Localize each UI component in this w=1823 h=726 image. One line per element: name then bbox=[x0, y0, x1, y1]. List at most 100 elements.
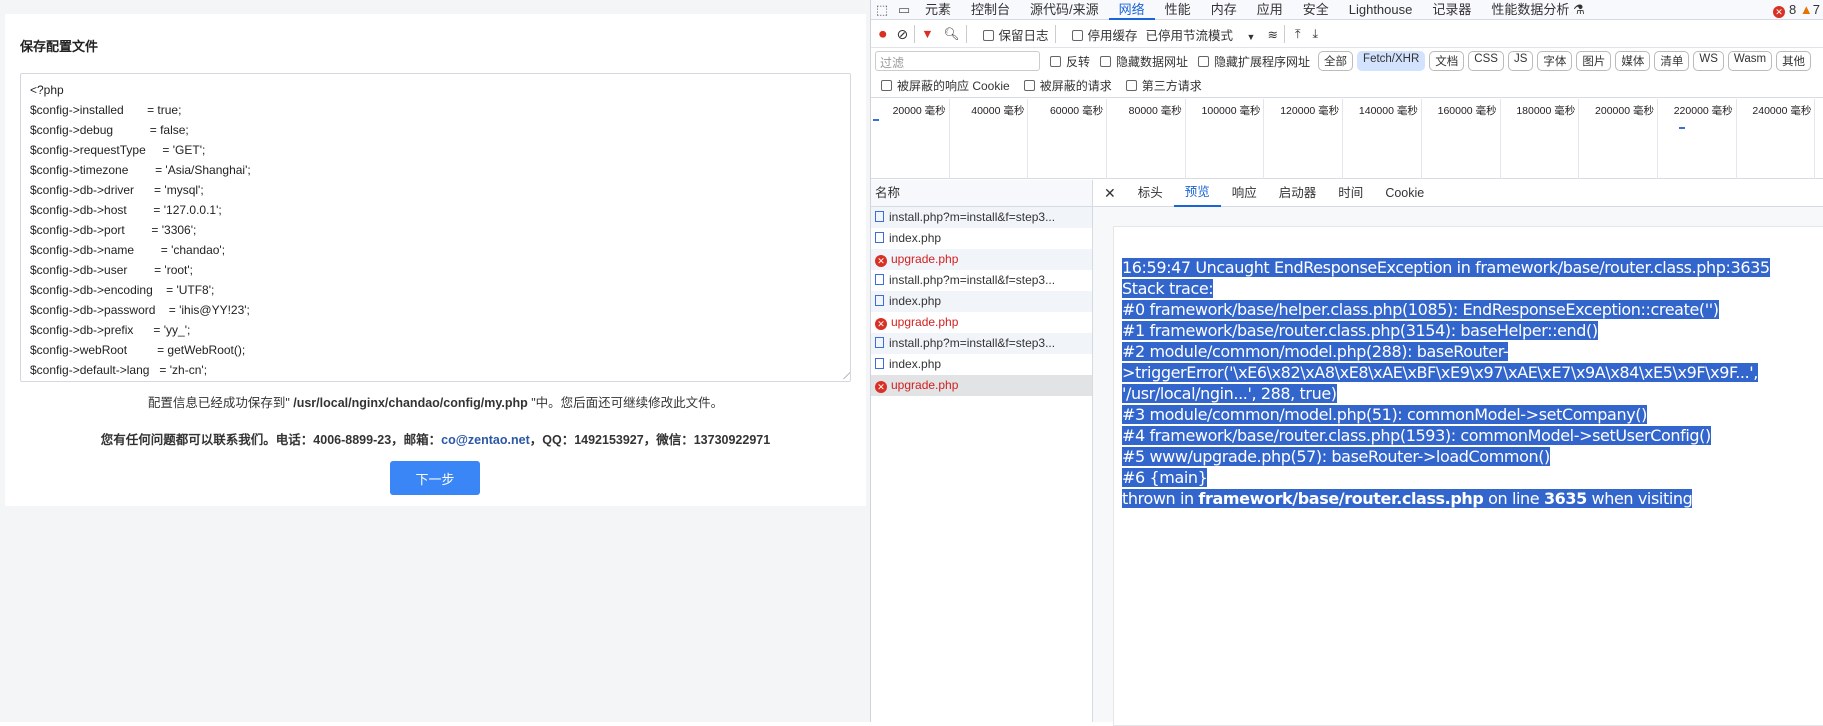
network-toolbar: ⏺ ⊘ ▼ 🔍︎ 保留日志 停用缓存 已停用节流模式 ▼ ≋ ⤒ ⤓ bbox=[871, 21, 1823, 48]
throttle-select[interactable]: 已停用节流模式 ▼ bbox=[1146, 25, 1256, 44]
timeline-tick: 100000 毫秒 bbox=[1186, 99, 1265, 179]
detail-tab-2[interactable]: 响应 bbox=[1221, 180, 1268, 206]
preview-line: >triggerError('\xE6\x82\xA8\xE8\xAE\xBF\… bbox=[1122, 363, 1758, 382]
tab-2[interactable]: 源代码/来源 bbox=[1020, 0, 1109, 20]
next-step-button[interactable]: 下一步 bbox=[390, 461, 480, 495]
issue-counts[interactable]: ✕ 8 ▲7 bbox=[1773, 2, 1820, 18]
config-line: $config->webRoot = getWebRoot(); bbox=[30, 343, 246, 357]
type-chip[interactable]: 媒体 bbox=[1615, 51, 1651, 71]
type-chip[interactable]: Fetch/XHR bbox=[1357, 51, 1426, 71]
detail-tab-4[interactable]: 时间 bbox=[1327, 180, 1374, 206]
detail-tab-0[interactable]: 标头 bbox=[1127, 180, 1174, 206]
request-row[interactable]: install.php?m=install&f=step3... bbox=[871, 207, 1092, 228]
filter-option-checkbox[interactable]: 隐藏数据网址 bbox=[1090, 55, 1188, 69]
name-column-header[interactable]: 名称 bbox=[871, 180, 1092, 207]
config-line: $config->timezone = 'Asia/Shanghai'; bbox=[30, 163, 251, 177]
tab-8[interactable]: Lighthouse bbox=[1339, 0, 1423, 20]
clear-icon[interactable]: ⊘ bbox=[897, 26, 909, 43]
type-chip[interactable]: 字体 bbox=[1537, 51, 1573, 71]
timeline-tick: 60000 毫秒 bbox=[1028, 99, 1108, 179]
type-chip[interactable]: 文档 bbox=[1429, 51, 1465, 71]
filter-option-checkbox[interactable]: 隐藏扩展程序网址 bbox=[1188, 55, 1310, 69]
request-row[interactable]: ✕ upgrade.php bbox=[871, 375, 1092, 396]
network-timeline[interactable]: 20000 毫秒 40000 毫秒 60000 毫秒 80000 毫秒 100000 毫… bbox=[871, 99, 1823, 179]
request-row[interactable]: index.php bbox=[871, 291, 1092, 312]
config-textarea[interactable]: <?php $config->installed = true; $config->… bbox=[20, 73, 851, 382]
filter-row: 过滤 反转 隐藏数据网址 隐藏扩展程序网址 全部 Fetch/XHR 文档 CSS JS 字体图… bbox=[871, 48, 1823, 74]
contact-prefix: 您有任何问题都可以联系我们。电话：4006-8899-23，邮箱： bbox=[100, 433, 442, 447]
preserve-log-checkbox[interactable]: 保留日志 bbox=[973, 25, 1049, 44]
checkbox-label: 被屏蔽的请求 bbox=[1039, 79, 1112, 93]
saved-message: 配置信息已经成功保存到" /usr/local/nginx/chandao/co… bbox=[5, 392, 866, 411]
timeline-tick: 140000 毫秒 bbox=[1343, 99, 1422, 179]
tab-9[interactable]: 记录器 bbox=[1422, 0, 1481, 20]
filter-icon[interactable]: ▼ bbox=[921, 27, 933, 41]
tab-3[interactable]: 网络 bbox=[1108, 0, 1155, 20]
detail-tab-5[interactable]: Cookie bbox=[1374, 180, 1435, 206]
close-icon[interactable]: ✕ bbox=[1093, 180, 1127, 206]
config-line: $config->db->port = '3306'; bbox=[30, 223, 197, 237]
devtools-panel: ⬚ ▭ 元素 控制台 源代码/来源 网络 性能 内存 应用 安全 Lighthouse 记录器 性能… bbox=[870, 0, 1823, 726]
blocked-option-checkbox[interactable]: 被屏蔽的请求 bbox=[1014, 79, 1112, 93]
timeline-tick: 20000 毫秒 bbox=[871, 99, 950, 179]
preview-line: #5 www/upgrade.php(57): baseRouter->load… bbox=[1122, 447, 1550, 466]
blocked-option-checkbox[interactable]: 被屏蔽的响应 Cookie bbox=[871, 79, 1010, 93]
chevron-down-icon: ▼ bbox=[1246, 31, 1256, 42]
error-icon: ✕ bbox=[1773, 5, 1786, 18]
tab-5[interactable]: 内存 bbox=[1201, 0, 1247, 20]
request-detail: ✕ 标头 预览 响应 启动器 时间 Cookie 16:59:47 Uncaught End… bbox=[1093, 179, 1823, 726]
error-icon: ✕ bbox=[875, 381, 887, 393]
devtools-tab-bar: ⬚ ▭ 元素 控制台 源代码/来源 网络 性能 内存 应用 安全 Lighthouse 记录器 性能… bbox=[871, 0, 1823, 20]
download-icon[interactable]: ⤓ bbox=[1312, 27, 1318, 42]
request-row[interactable]: index.php bbox=[871, 228, 1092, 249]
search-icon[interactable]: 🔍︎ bbox=[944, 27, 960, 42]
type-chip[interactable]: Wasm bbox=[1727, 51, 1773, 71]
tab-1[interactable]: 控制台 bbox=[961, 0, 1020, 20]
save-config-card: 保存配置文件 <?php $config->installed = true; $c… bbox=[5, 14, 866, 506]
tab-6[interactable]: 应用 bbox=[1247, 0, 1293, 20]
inspect-icon[interactable]: ⬚ bbox=[871, 2, 893, 18]
checkbox-label: 第三方请求 bbox=[1141, 79, 1202, 93]
config-line: $config->db->host = '127.0.0.1'; bbox=[30, 203, 222, 217]
type-chip[interactable]: 全部 bbox=[1318, 51, 1354, 71]
email-link[interactable]: co@zentao.net bbox=[441, 433, 530, 447]
checkbox-label: 被屏蔽的响应 Cookie bbox=[897, 79, 1010, 93]
tab-4[interactable]: 性能 bbox=[1155, 0, 1201, 20]
request-row[interactable]: index.php bbox=[871, 354, 1092, 375]
timeline-tick: 220000 毫秒 bbox=[1658, 99, 1737, 179]
filter-input[interactable]: 过滤 bbox=[875, 51, 1040, 71]
type-chip[interactable]: 清单 bbox=[1654, 51, 1690, 71]
filter-option-checkbox[interactable]: 反转 bbox=[1040, 55, 1090, 69]
type-chip[interactable]: 图片 bbox=[1576, 51, 1612, 71]
config-line: $config->db->encoding = 'UTF8'; bbox=[30, 283, 215, 297]
network-conditions-icon[interactable]: ≋ bbox=[1267, 27, 1277, 42]
tab-0[interactable]: 元素 bbox=[915, 0, 961, 20]
type-chip[interactable]: CSS bbox=[1468, 51, 1504, 71]
blocked-option-checkbox[interactable]: 第三方请求 bbox=[1116, 79, 1202, 93]
type-chip[interactable]: 其他 bbox=[1776, 51, 1812, 71]
device-toggle-icon[interactable]: ▭ bbox=[893, 2, 915, 18]
saved-prefix: 配置信息已经成功保存到" bbox=[147, 396, 294, 410]
preview-line: #1 framework/base/router.class.php(3154)… bbox=[1122, 321, 1598, 340]
tab-7[interactable]: 安全 bbox=[1293, 0, 1339, 20]
preview-segment: 3635 bbox=[1543, 489, 1587, 508]
record-icon[interactable]: ⏺ bbox=[879, 26, 887, 43]
detail-tab-1[interactable]: 预览 bbox=[1173, 179, 1221, 207]
request-list: 名称 install.php?m=install&f=step3... index… bbox=[871, 180, 1093, 722]
config-line: $config->debug = false; bbox=[30, 123, 189, 137]
request-row[interactable]: install.php?m=install&f=step3... bbox=[871, 270, 1092, 291]
request-row[interactable]: ✕ upgrade.php bbox=[871, 249, 1092, 270]
request-name: index.php bbox=[889, 294, 942, 308]
tab-10[interactable]: 性能数据分析 ⚗ bbox=[1481, 0, 1594, 20]
request-row[interactable]: ✕ upgrade.php bbox=[871, 312, 1092, 333]
document-icon bbox=[875, 295, 884, 306]
detail-tab-3[interactable]: 启动器 bbox=[1268, 180, 1328, 206]
type-chip[interactable]: WS bbox=[1693, 51, 1724, 71]
request-row[interactable]: install.php?m=install&f=step3... bbox=[871, 333, 1092, 354]
disable-cache-checkbox[interactable]: 停用缓存 bbox=[1062, 25, 1138, 44]
preview-line: #4 framework/base/router.class.php(1593)… bbox=[1122, 426, 1711, 445]
document-icon bbox=[875, 358, 884, 369]
upload-icon[interactable]: ⤒ bbox=[1295, 27, 1301, 42]
type-chip[interactable]: JS bbox=[1507, 51, 1534, 71]
saved-suffix: "中。您后面还可继续修改此文件。 bbox=[527, 396, 724, 410]
